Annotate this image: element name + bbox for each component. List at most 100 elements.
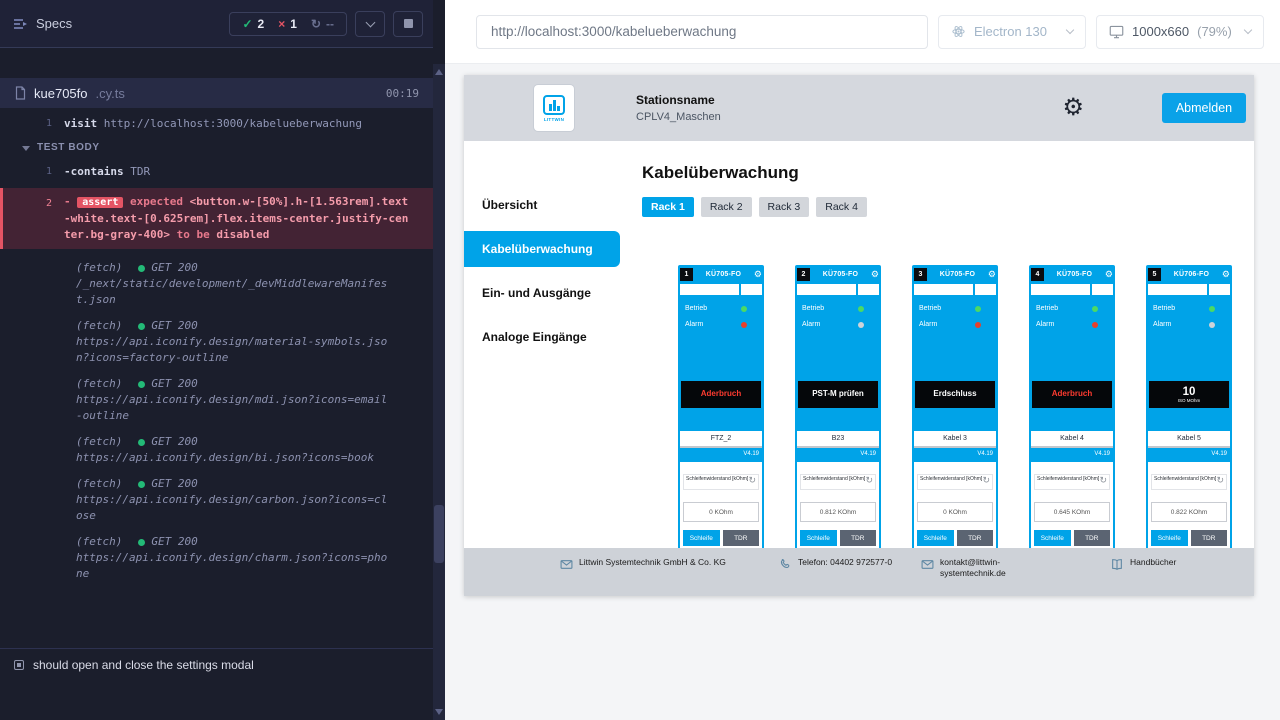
stop-button[interactable] bbox=[393, 11, 423, 37]
network-log-entry[interactable]: (fetch)GET 200 https://api.iconify.desig… bbox=[0, 529, 433, 587]
browser-select[interactable]: Electron 130 bbox=[938, 15, 1086, 49]
runner-scrollbar[interactable] bbox=[433, 64, 445, 720]
phone-text: Telefon: 04402 972577-0 bbox=[798, 557, 896, 571]
device-settings-gear-icon[interactable]: ⚙ bbox=[1105, 270, 1113, 279]
assert-message: - assert expected <button.w-[50%].h-[1.5… bbox=[64, 194, 433, 243]
collapse-button[interactable] bbox=[355, 11, 385, 37]
tab-rack-4[interactable]: Rack 4 bbox=[816, 197, 867, 217]
refresh-icon[interactable]: ↻ bbox=[1216, 476, 1224, 485]
alarm-label: Alarm bbox=[1153, 321, 1171, 328]
alarm-led bbox=[858, 322, 864, 328]
sidebar-item-ein-und-ausgaenge[interactable]: Ein- und Ausgänge bbox=[464, 275, 636, 311]
schleife-button[interactable]: Schleife bbox=[1151, 530, 1188, 546]
url-text: http://localhost:3000/kabelueberwachung bbox=[491, 24, 736, 39]
firmware-version: V4.19 bbox=[680, 448, 762, 462]
device-card-header: 3 KÜ705-FO ⚙ bbox=[914, 267, 996, 282]
network-log-entry[interactable]: (fetch)GET 200 https://api.iconify.desig… bbox=[0, 429, 433, 471]
measurement-section: Schleifenwiderstand [kOhm]↻ 0 KOhm Schle… bbox=[680, 462, 762, 548]
tdr-button[interactable]: TDR bbox=[1191, 530, 1228, 546]
log-row-contains[interactable]: 1 -contains TDR bbox=[0, 162, 433, 182]
fetch-url: https://api.iconify.design/material-symb… bbox=[76, 334, 389, 366]
schleife-button[interactable]: Schleife bbox=[683, 530, 720, 546]
tdr-button[interactable]: TDR bbox=[840, 530, 877, 546]
logo-text: LITTWIN bbox=[544, 117, 564, 122]
cable-name-field[interactable]: Kabel 5 bbox=[1148, 431, 1230, 448]
betrieb-led bbox=[858, 306, 864, 312]
betrieb-led bbox=[975, 306, 981, 312]
tdr-button[interactable]: TDR bbox=[723, 530, 760, 546]
led-rows: Betrieb Alarm bbox=[914, 303, 996, 335]
line-number: 1 bbox=[0, 116, 64, 132]
network-log-entry[interactable]: (fetch)GET 200 /_next/static/development… bbox=[0, 255, 433, 313]
assert-state: disabled bbox=[216, 228, 269, 241]
refresh-icon[interactable]: ↻ bbox=[982, 476, 990, 485]
status-display: Aderbruch bbox=[681, 381, 761, 408]
tdr-button[interactable]: TDR bbox=[1074, 530, 1111, 546]
scroll-down-arrow-icon[interactable] bbox=[435, 709, 443, 715]
manuals-text: Handbücher bbox=[1130, 557, 1176, 571]
footer-phone[interactable]: Telefon: 04402 972577-0 bbox=[779, 557, 896, 571]
sidebar-item-kabelueberwachung[interactable]: Kabelüberwachung bbox=[464, 231, 620, 267]
fetch-label: (fetch) bbox=[76, 534, 122, 550]
network-log-entry[interactable]: (fetch)GET 200 https://api.iconify.desig… bbox=[0, 471, 433, 529]
refresh-icon[interactable]: ↻ bbox=[1099, 476, 1107, 485]
network-log-entry[interactable]: (fetch)GET 200 https://api.iconify.desig… bbox=[0, 371, 433, 429]
schleife-button[interactable]: Schleife bbox=[1034, 530, 1071, 546]
log-row-visit[interactable]: 1 visit http://localhost:3000/kabelueber… bbox=[0, 114, 433, 134]
line-number: 1 bbox=[0, 164, 64, 180]
device-settings-gear-icon[interactable]: ⚙ bbox=[754, 270, 762, 279]
betrieb-label: Betrieb bbox=[919, 305, 941, 312]
littwin-logo: LITTWIN bbox=[534, 85, 574, 131]
test-body-toggle[interactable]: TEST BODY bbox=[0, 134, 433, 162]
cable-name-field[interactable]: B23 bbox=[797, 431, 879, 448]
tab-rack-1[interactable]: Rack 1 bbox=[642, 197, 694, 217]
cable-name-field[interactable]: Kabel 4 bbox=[1031, 431, 1113, 448]
refresh-icon[interactable]: ↻ bbox=[865, 476, 873, 485]
device-model: KÜ705-FO bbox=[1046, 271, 1103, 278]
footer-email[interactable]: kontakt@littwin-systemtechnik.de bbox=[921, 557, 1048, 580]
specs-menu-button[interactable]: Specs bbox=[14, 16, 72, 31]
fetch-label: (fetch) bbox=[76, 376, 122, 392]
company-text: Littwin Systemtechnik GmbH & Co. KG bbox=[579, 557, 729, 571]
schleife-button[interactable]: Schleife bbox=[917, 530, 954, 546]
fetch-label: (fetch) bbox=[76, 476, 122, 492]
device-settings-gear-icon[interactable]: ⚙ bbox=[988, 270, 996, 279]
viewport-select[interactable]: 1000x660 (79%) bbox=[1096, 15, 1264, 49]
schleife-button[interactable]: Schleife bbox=[800, 530, 837, 546]
tab-rack-2[interactable]: Rack 2 bbox=[701, 197, 752, 217]
contains-arg: TDR bbox=[130, 165, 150, 178]
sidebar-item-analoge-eingaenge[interactable]: Analoge Eingänge bbox=[464, 319, 636, 355]
scrollbar-thumb[interactable] bbox=[434, 505, 444, 563]
betrieb-label: Betrieb bbox=[1036, 305, 1058, 312]
fetch-label: (fetch) bbox=[76, 318, 122, 334]
settings-gear-icon[interactable]: ⚙ bbox=[1062, 96, 1084, 120]
device-settings-gear-icon[interactable]: ⚙ bbox=[871, 270, 879, 279]
indicator-window bbox=[741, 284, 762, 295]
indicator-window bbox=[1092, 284, 1113, 295]
assert-badge: assert bbox=[77, 197, 123, 208]
log-row-assert-failed[interactable]: 2 - assert expected <button.w-[50%].h-[1… bbox=[0, 188, 433, 249]
cable-name-field[interactable]: Kabel 3 bbox=[914, 431, 996, 448]
device-card-2: 2 KÜ705-FO ⚙ Betrieb Alarm PST-M prüfen bbox=[795, 265, 881, 548]
tdr-button[interactable]: TDR bbox=[957, 530, 994, 546]
check-icon: ✓ bbox=[242, 17, 252, 31]
url-input[interactable]: http://localhost:3000/kabelueberwachung bbox=[476, 15, 928, 49]
scroll-up-arrow-icon[interactable] bbox=[435, 69, 443, 75]
page-title: Kabelüberwachung bbox=[642, 163, 1254, 183]
cable-name-field[interactable]: FTZ_2 bbox=[680, 431, 762, 448]
resistance-label: Schleifenwiderstand [kOhm] bbox=[1037, 476, 1099, 482]
status-subtext: ISO MOhm bbox=[1178, 398, 1201, 403]
device-model: KÜ706-FO bbox=[1163, 271, 1220, 278]
device-settings-gear-icon[interactable]: ⚙ bbox=[1222, 270, 1230, 279]
fetch-label: (fetch) bbox=[76, 260, 122, 276]
tab-rack-3[interactable]: Rack 3 bbox=[759, 197, 810, 217]
next-test-row[interactable]: should open and close the settings modal bbox=[0, 648, 433, 680]
sidebar-item-uebersicht[interactable]: Übersicht bbox=[464, 187, 636, 223]
footer-manuals-link[interactable]: Handbücher bbox=[1110, 557, 1176, 571]
fetch-url: https://api.iconify.design/charm.json?ic… bbox=[76, 550, 389, 582]
app-header: LITTWIN Stationsname CPLV4_Maschen ⚙ Abm… bbox=[464, 75, 1254, 141]
logout-button[interactable]: Abmelden bbox=[1162, 93, 1246, 123]
refresh-icon[interactable]: ↻ bbox=[748, 476, 756, 485]
network-log-entry[interactable]: (fetch)GET 200 https://api.iconify.desig… bbox=[0, 313, 433, 371]
success-dot-icon bbox=[138, 265, 145, 272]
